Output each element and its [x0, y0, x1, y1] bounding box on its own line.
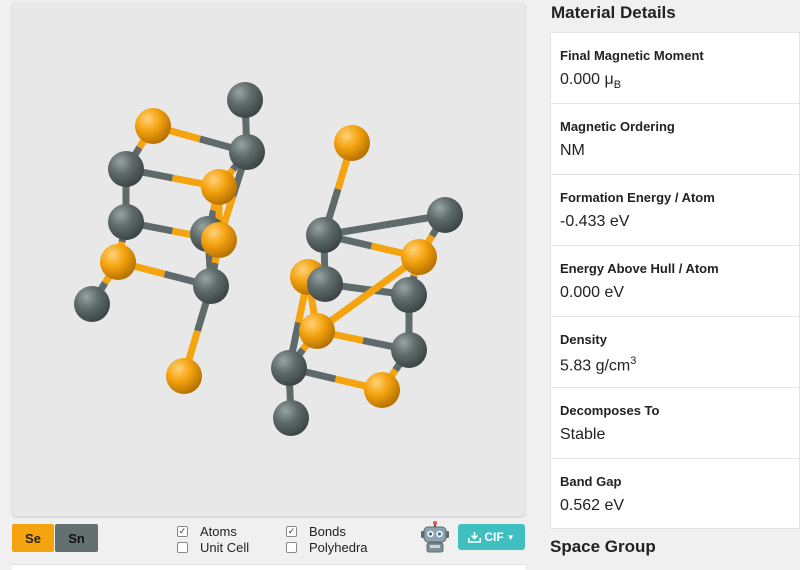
density-value: 5.83 g/cm3 — [560, 355, 637, 375]
atom-sn[interactable] — [307, 266, 343, 302]
band-gap-value: 0.562 eV — [560, 497, 625, 514]
atom-sn[interactable] — [227, 82, 263, 118]
structure-canvas[interactable] — [12, 2, 525, 516]
structure-viewer[interactable] — [12, 2, 525, 516]
band-gap-label: Band Gap — [560, 474, 622, 489]
viewer-footer — [12, 564, 525, 570]
atom-sn[interactable] — [391, 277, 427, 313]
polyhedra-toggle[interactable]: Polyhedra — [286, 539, 368, 555]
polyhedra-label: Polyhedra — [309, 539, 368, 555]
atom-se[interactable] — [135, 108, 171, 144]
decomposes-to-value: Stable — [560, 426, 606, 443]
magnetic-moment-value: 0.000 μB — [560, 71, 622, 92]
density-card: Density 5.83 g/cm3 — [550, 316, 800, 387]
atoms-layer — [74, 82, 463, 436]
unit-cell-checkbox[interactable] — [177, 541, 188, 553]
atom-sn[interactable] — [271, 350, 307, 386]
atom-se[interactable] — [364, 372, 400, 408]
atom-se[interactable] — [100, 244, 136, 280]
band-gap-card: Band Gap 0.562 eV — [550, 458, 800, 529]
decomposes-to-card: Decomposes To Stable — [550, 387, 800, 458]
magnetic-moment-label: Final Magnetic Moment — [560, 48, 704, 63]
bonds-layer — [89, 99, 448, 419]
energy-above-hull-value: 0.000 eV — [560, 284, 625, 301]
formation-energy-value: -0.433 eV — [560, 213, 630, 230]
legend-se-chip: Se — [12, 524, 54, 552]
atom-se[interactable] — [299, 313, 335, 349]
density-label: Density — [560, 332, 607, 347]
cif-label: CIF — [484, 530, 504, 544]
energy-above-hull-card: Energy Above Hull / Atom 0.000 eV — [550, 245, 800, 316]
magnetic-ordering-card: Magnetic Ordering NM — [550, 103, 800, 174]
material-details-title: Material Details — [551, 3, 676, 22]
caret-down-icon: ▼ — [506, 532, 515, 542]
magnetic-moment-card: Final Magnetic Moment 0.000 μB — [550, 32, 800, 103]
formation-energy-label: Formation Energy / Atom — [560, 190, 715, 205]
legend-sn-chip: Sn — [55, 524, 98, 552]
atom-se[interactable] — [166, 358, 202, 394]
atom-se[interactable] — [401, 239, 437, 275]
energy-above-hull-label: Energy Above Hull / Atom — [560, 261, 719, 276]
atom-sn[interactable] — [391, 332, 427, 368]
atom-sn[interactable] — [74, 286, 110, 322]
atom-sn[interactable] — [229, 134, 265, 170]
viewer-controls: Se Sn ✓ Atoms Unit Cell ✓ Bonds Polyhedr… — [12, 521, 525, 555]
atoms-label: Atoms — [200, 523, 237, 539]
download-icon — [468, 531, 482, 543]
space-group-title: Space Group — [550, 537, 656, 556]
atoms-toggle[interactable]: ✓ Atoms — [177, 523, 237, 539]
atom-sn[interactable] — [427, 197, 463, 233]
magnetic-ordering-label: Magnetic Ordering — [560, 119, 675, 134]
cif-download-button[interactable]: CIF ▼ — [458, 524, 525, 550]
robot-icon[interactable] — [420, 521, 450, 553]
unit-cell-toggle[interactable]: Unit Cell — [177, 539, 249, 555]
atom-sn[interactable] — [193, 268, 229, 304]
atom-se[interactable] — [201, 169, 237, 205]
bonds-toggle[interactable]: ✓ Bonds — [286, 523, 346, 539]
atom-sn[interactable] — [108, 204, 144, 240]
atom-sn[interactable] — [108, 151, 144, 187]
decomposes-to-label: Decomposes To — [560, 403, 660, 418]
bonds-checkbox[interactable]: ✓ — [286, 525, 297, 537]
magnetic-ordering-value: NM — [560, 142, 585, 159]
unit-cell-label: Unit Cell — [200, 539, 250, 555]
atoms-checkbox[interactable]: ✓ — [177, 525, 188, 537]
atom-sn[interactable] — [273, 400, 309, 436]
atom-se[interactable] — [334, 125, 370, 161]
atom-sn[interactable] — [306, 217, 342, 253]
material-details-panel: Material Details Final Magnetic Moment 0… — [550, 0, 800, 529]
formation-energy-card: Formation Energy / Atom -0.433 eV — [550, 174, 800, 245]
atom-se[interactable] — [201, 222, 237, 258]
polyhedra-checkbox[interactable] — [286, 541, 297, 553]
bonds-label: Bonds — [309, 523, 346, 539]
